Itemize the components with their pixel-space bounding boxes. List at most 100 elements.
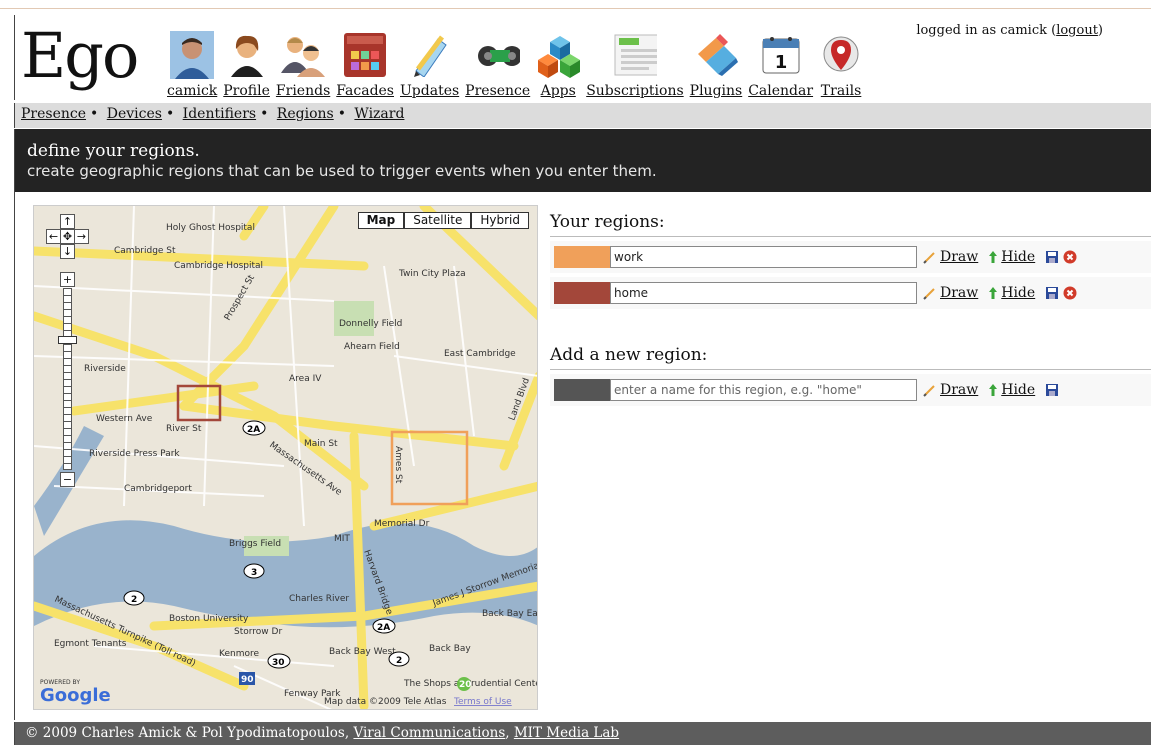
zoom-slider-handle[interactable] [58, 336, 77, 344]
nav-apps[interactable]: Apps [536, 31, 581, 99]
save-icon[interactable] [1045, 383, 1059, 397]
nav-presence[interactable]: Presence [465, 31, 530, 99]
arrow-up-icon [989, 287, 998, 299]
hide-link[interactable]: Hide [1001, 382, 1035, 398]
subnav-regions[interactable]: Regions [277, 106, 334, 122]
svg-text:Memorial Dr: Memorial Dr [374, 519, 430, 529]
map-attribution: Map data ©2009 Tele Atlas [324, 697, 447, 707]
zoom-out-button[interactable]: − [60, 472, 75, 487]
region-row: Draw Hide [550, 277, 1151, 309]
plugins-icon [694, 31, 738, 79]
nav-updates[interactable]: Updates [400, 31, 459, 99]
top-border [0, 0, 1151, 9]
region-actions: Draw Hide [923, 285, 1077, 301]
main-nav: camick Profile Friends Facades Updates P… [167, 21, 869, 99]
svg-text:Briggs Field: Briggs Field [229, 539, 281, 549]
svg-text:Back Bay: Back Bay [429, 644, 471, 654]
map-type-control: Map Satellite Hybrid [357, 212, 529, 229]
svg-text:Kenmore: Kenmore [219, 649, 259, 659]
map-type-satellite[interactable]: Satellite [404, 212, 472, 229]
viral-communications-link[interactable]: Viral Communications [353, 725, 505, 741]
map-type-map[interactable]: Map [357, 212, 405, 229]
svg-text:River St: River St [166, 424, 202, 434]
pencil-icon [923, 288, 935, 300]
draw-link[interactable]: Draw [940, 249, 978, 265]
svg-text:30: 30 [272, 658, 285, 668]
nav-profile[interactable]: Profile [223, 31, 270, 99]
region-actions: Draw Hide [923, 249, 1077, 265]
nav-friends[interactable]: Friends [276, 31, 330, 99]
new-region-name-input[interactable] [610, 379, 917, 401]
zoom-slider-track[interactable] [63, 288, 72, 470]
mit-media-lab-link[interactable]: MIT Media Lab [514, 725, 619, 741]
logout-link[interactable]: logout [1056, 23, 1098, 38]
user-avatar-icon [170, 31, 215, 79]
nav-calendar[interactable]: 1 Calendar [748, 31, 813, 99]
new-region-color-swatch[interactable] [554, 379, 610, 401]
google-logo: Google [40, 685, 111, 706]
hide-link[interactable]: Hide [1001, 249, 1035, 265]
pencil-icon [923, 385, 935, 397]
svg-text:Twin City Plaza: Twin City Plaza [398, 269, 466, 279]
region-name-input[interactable] [610, 246, 917, 268]
nav-camick[interactable]: camick [167, 31, 217, 99]
region-name-input[interactable] [610, 282, 917, 304]
arrow-up-icon [989, 384, 998, 396]
pan-right-button[interactable]: → [74, 229, 89, 244]
region-color-swatch[interactable] [554, 282, 610, 304]
save-icon[interactable] [1045, 250, 1059, 264]
pan-center-button[interactable]: ✥ [60, 229, 75, 244]
subnav-presence[interactable]: Presence [21, 106, 86, 122]
pan-left-button[interactable]: ← [46, 229, 61, 244]
draw-link[interactable]: Draw [940, 285, 978, 301]
svg-text:Storrow Dr: Storrow Dr [234, 627, 282, 637]
map-type-hybrid[interactable]: Hybrid [471, 212, 529, 229]
subscriptions-icon [613, 31, 657, 79]
sub-nav: Presence • Devices • Identifiers • Regions •… [14, 103, 1151, 128]
delete-icon[interactable] [1063, 250, 1077, 264]
pan-up-button[interactable]: ↑ [60, 214, 75, 229]
terms-link: Terms of Use [453, 697, 512, 707]
calendar-day: 1 [774, 52, 787, 73]
arrow-up-icon [989, 251, 998, 263]
login-status: logged in as camick (logout) [916, 23, 1103, 38]
your-regions-heading: Your regions: [550, 212, 1151, 237]
map-canvas[interactable]: Cambridge St Holy Ghost Hospital Cambrid… [34, 206, 538, 710]
map-pin-icon [819, 31, 863, 79]
zoom-in-button[interactable]: + [60, 272, 75, 287]
footer: © 2009 Charles Amick & Pol Ypodimatopoul… [14, 722, 1151, 745]
pan-down-button[interactable]: ↓ [60, 244, 75, 259]
svg-text:90: 90 [241, 675, 254, 685]
svg-text:Cambridgeport: Cambridgeport [124, 484, 192, 494]
region-row: Draw Hide [550, 241, 1151, 273]
svg-text:Holy Ghost Hospital: Holy Ghost Hospital [166, 223, 255, 233]
subnav-wizard[interactable]: Wizard [354, 106, 404, 122]
svg-text:Riverside: Riverside [84, 364, 126, 374]
draw-link[interactable]: Draw [940, 382, 978, 398]
app-logo[interactable]: Ego [21, 21, 139, 91]
friends-icon [281, 31, 326, 79]
svg-text:Donnelly Field: Donnelly Field [339, 319, 402, 329]
main-content: Cambridge St Holy Ghost Hospital Cambrid… [14, 192, 1151, 720]
region-color-swatch[interactable] [554, 246, 610, 268]
delete-icon[interactable] [1063, 286, 1077, 300]
svg-text:Cambridge St: Cambridge St [114, 246, 176, 256]
facades-icon [343, 31, 387, 79]
svg-text:Ahearn Field: Ahearn Field [344, 342, 400, 352]
page-banner: define your regions. create geographic r… [14, 129, 1151, 192]
region-map[interactable]: Cambridge St Holy Ghost Hospital Cambrid… [33, 205, 538, 710]
pencil-icon [923, 252, 935, 264]
nav-facades[interactable]: Facades [336, 31, 394, 99]
save-icon[interactable] [1045, 286, 1059, 300]
cubes-icon [536, 31, 581, 79]
hide-link[interactable]: Hide [1001, 285, 1035, 301]
subnav-identifiers[interactable]: Identifiers [183, 106, 256, 122]
nav-trails[interactable]: Trails [819, 31, 863, 99]
new-region-actions: Draw Hide [923, 382, 1059, 398]
subnav-devices[interactable]: Devices [107, 106, 162, 122]
pencil-icon [408, 31, 452, 79]
nav-plugins[interactable]: Plugins [690, 31, 742, 99]
svg-text:2: 2 [396, 656, 402, 666]
presence-icon [476, 31, 520, 79]
nav-subscriptions[interactable]: Subscriptions [586, 31, 684, 99]
